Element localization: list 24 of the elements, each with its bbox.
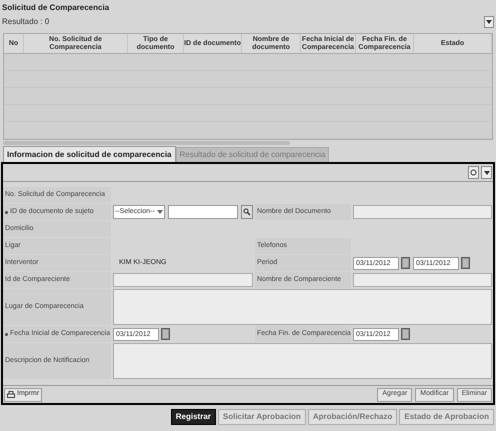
calendar-icon[interactable]: [461, 257, 470, 269]
refresh-icon: [470, 169, 477, 176]
result-count: Resultado : 0: [2, 16, 50, 28]
collapse-button[interactable]: [481, 166, 492, 179]
printer-icon: [7, 390, 15, 398]
search-icon: [242, 208, 251, 216]
refresh-button[interactable]: [468, 166, 479, 179]
caret-icon: [486, 20, 492, 24]
calendar-icon[interactable]: [401, 257, 410, 269]
panel-title: Solicitud de Comparecencia: [1, 2, 110, 14]
tab[interactable]: Informacion de solicitud de comparecencia: [3, 146, 176, 162]
collapse-button[interactable]: [484, 16, 494, 28]
input-field[interactable]: [353, 205, 492, 219]
search-button[interactable]: [240, 205, 253, 219]
caret-icon: [156, 210, 163, 214]
action-button[interactable]: Registrar: [170, 409, 216, 425]
caret-icon: [484, 170, 490, 174]
required-marker-icon: [5, 210, 8, 214]
input-field[interactable]: [168, 205, 238, 219]
input-field[interactable]: [113, 273, 253, 287]
calendar-icon[interactable]: [401, 328, 410, 340]
calendar-icon[interactable]: [161, 328, 170, 340]
input-field[interactable]: [353, 273, 492, 287]
required-marker-icon: [5, 332, 8, 336]
